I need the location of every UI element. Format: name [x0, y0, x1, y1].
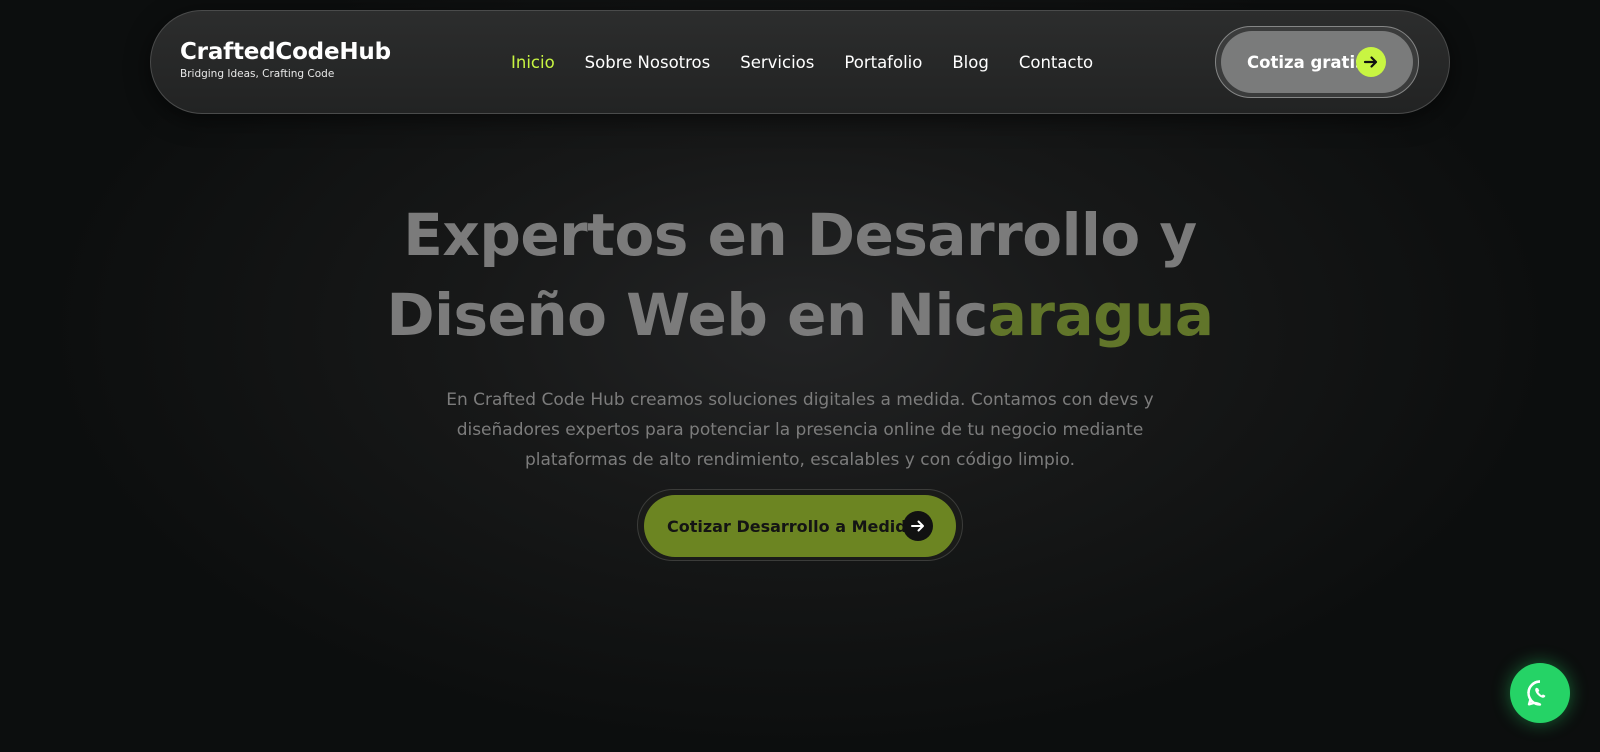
cotizar-desarrollo-button[interactable]: Cotizar Desarrollo a Medida — [644, 495, 956, 557]
nav-item-contacto[interactable]: Contacto — [1019, 53, 1093, 72]
main-nav: Inicio Sobre Nosotros Servicios Portafol… — [511, 11, 1093, 113]
navbar: CraftedCodeHub Bridging Ideas, Crafting … — [150, 10, 1450, 114]
nav-item-portafolio[interactable]: Portafolio — [844, 53, 922, 72]
nav-item-blog[interactable]: Blog — [952, 53, 988, 72]
nav-item-inicio[interactable]: Inicio — [511, 53, 555, 72]
whatsapp-icon — [1527, 680, 1546, 706]
arrow-right-icon — [903, 511, 933, 541]
cta-button-ring: Cotiza gratis — [1215, 26, 1419, 98]
hero-section: Expertos en Desarrollo y Diseño Web en N… — [0, 195, 1600, 475]
arrow-right-icon — [1356, 47, 1386, 77]
hero-title-accent: aragua — [987, 281, 1214, 349]
cotizar-desarrollo-label: Cotizar Desarrollo a Medida — [667, 516, 918, 536]
page: CraftedCodeHub Bridging Ideas, Crafting … — [0, 0, 1600, 752]
brand-logo[interactable]: CraftedCodeHub Bridging Ideas, Crafting … — [180, 38, 391, 81]
cotiza-gratis-label: Cotiza gratis — [1247, 52, 1365, 72]
nav-item-sobre-nosotros[interactable]: Sobre Nosotros — [585, 53, 711, 72]
brand-name[interactable]: CraftedCodeHub — [180, 38, 391, 66]
hero-title-line1: Expertos en Desarrollo y — [403, 201, 1197, 269]
hero-title-line2: Diseño Web en Nic — [386, 281, 988, 349]
hero-title: Expertos en Desarrollo y Diseño Web en N… — [0, 195, 1600, 355]
brand-tagline: Bridging Ideas, Crafting Code — [180, 68, 335, 80]
hero-description: En Crafted Code Hub creamos soluciones d… — [446, 390, 1154, 470]
whatsapp-button[interactable] — [1510, 663, 1570, 723]
hero-button-ring: Cotizar Desarrollo a Medida — [637, 489, 963, 561]
nav-item-servicios[interactable]: Servicios — [740, 53, 814, 72]
cotiza-gratis-button[interactable]: Cotiza gratis — [1221, 31, 1413, 93]
